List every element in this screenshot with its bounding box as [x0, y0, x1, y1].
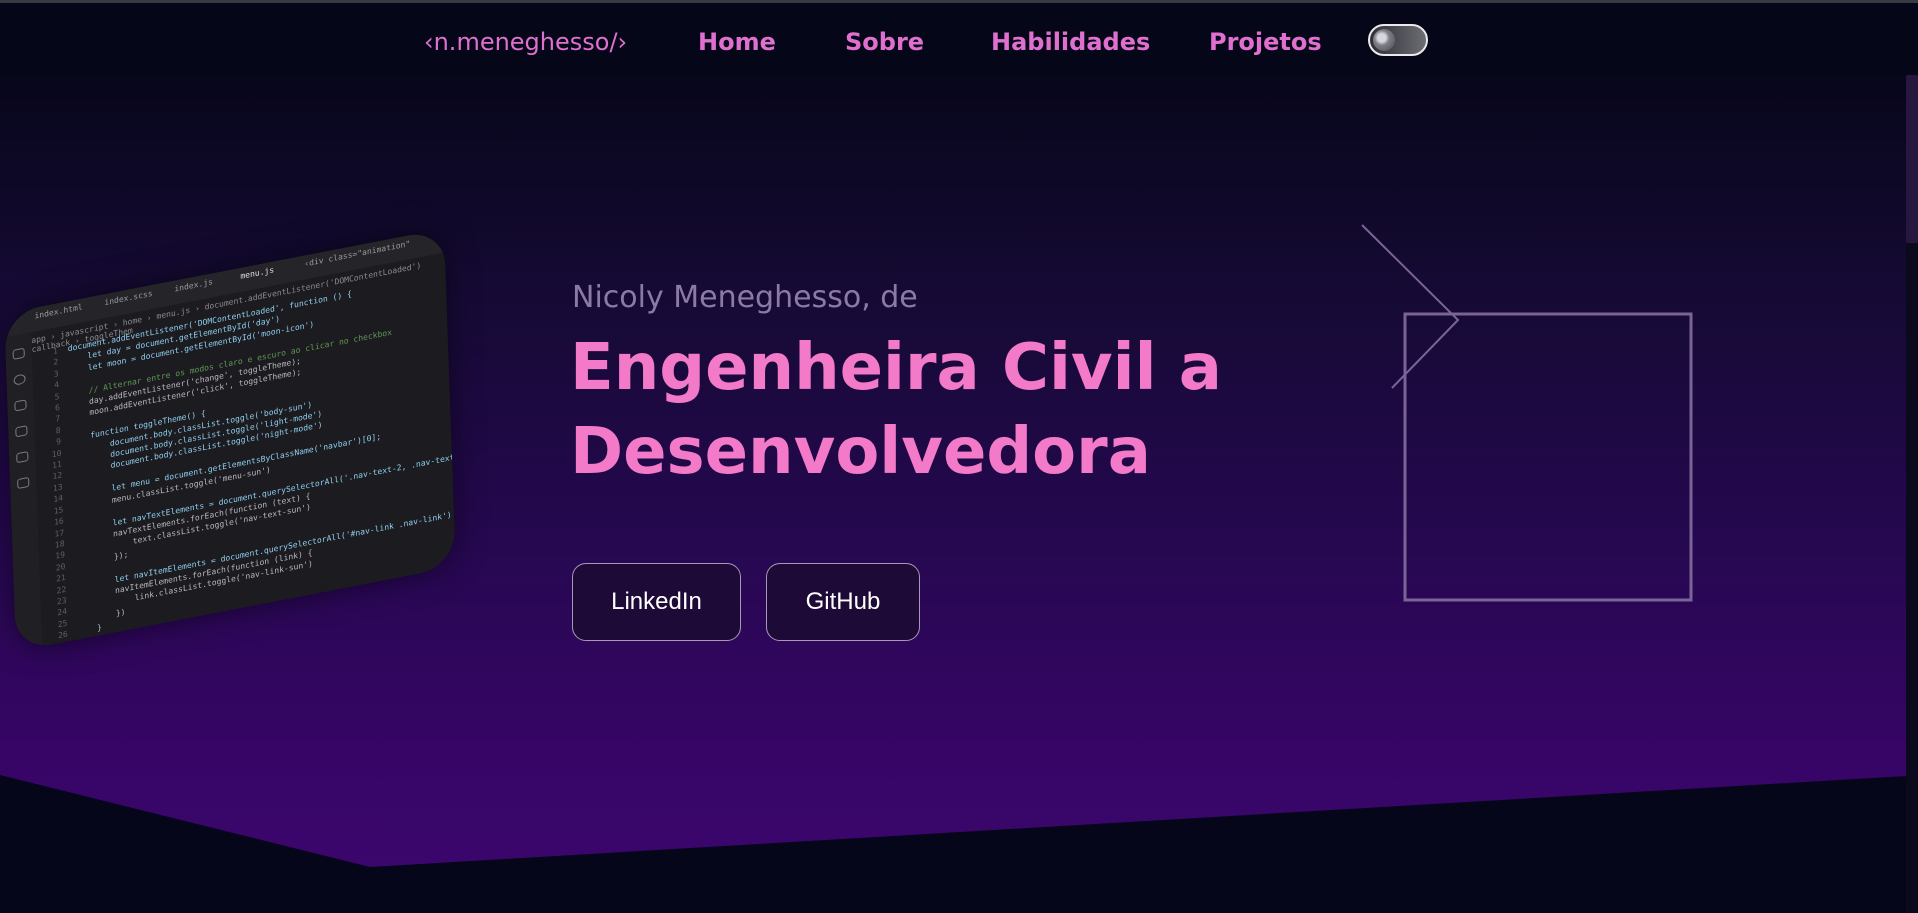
decorative-geometry	[1361, 224, 1693, 602]
linkedin-button[interactable]: LinkedIn	[572, 563, 741, 641]
navbar: ‹n.meneghesso/› Home Sobre Habilidades P…	[0, 3, 1918, 75]
search-icon	[13, 373, 26, 386]
files-icon	[12, 347, 25, 360]
hero-title-line-2: Desenvolvedora	[570, 415, 1151, 489]
code-tab: index.js	[174, 277, 214, 294]
code-tab-active: menu.js	[240, 265, 275, 281]
hero-subtitle: Nicoly Meneghesso, de	[572, 280, 918, 315]
extensions-icon	[16, 451, 29, 464]
decorative-square	[1403, 312, 1693, 602]
theme-toggle[interactable]	[1368, 24, 1428, 56]
decorative-chevron	[1361, 224, 1460, 389]
nav-link-sobre[interactable]: Sobre	[845, 25, 924, 59]
nav-link-projetos[interactable]: Projetos	[1209, 25, 1322, 59]
hero-title: Engenheira Civil a Desenvolvedora	[570, 326, 1222, 494]
hero-title-line-1: Engenheira Civil a	[570, 331, 1222, 405]
nav-link-home[interactable]: Home	[698, 25, 776, 59]
nav-link-habilidades[interactable]: Habilidades	[991, 25, 1150, 59]
moon-icon	[1373, 29, 1395, 51]
code-tab: index.html	[34, 302, 83, 321]
scrollbar-thumb[interactable]	[1906, 75, 1918, 243]
github-button[interactable]: GitHub	[766, 563, 920, 641]
source-control-icon	[14, 399, 27, 412]
run-debug-icon	[15, 425, 28, 438]
testing-icon	[17, 476, 30, 490]
code-tab: index.scss	[104, 288, 153, 308]
nav-logo[interactable]: ‹n.meneghesso/›	[424, 25, 627, 59]
